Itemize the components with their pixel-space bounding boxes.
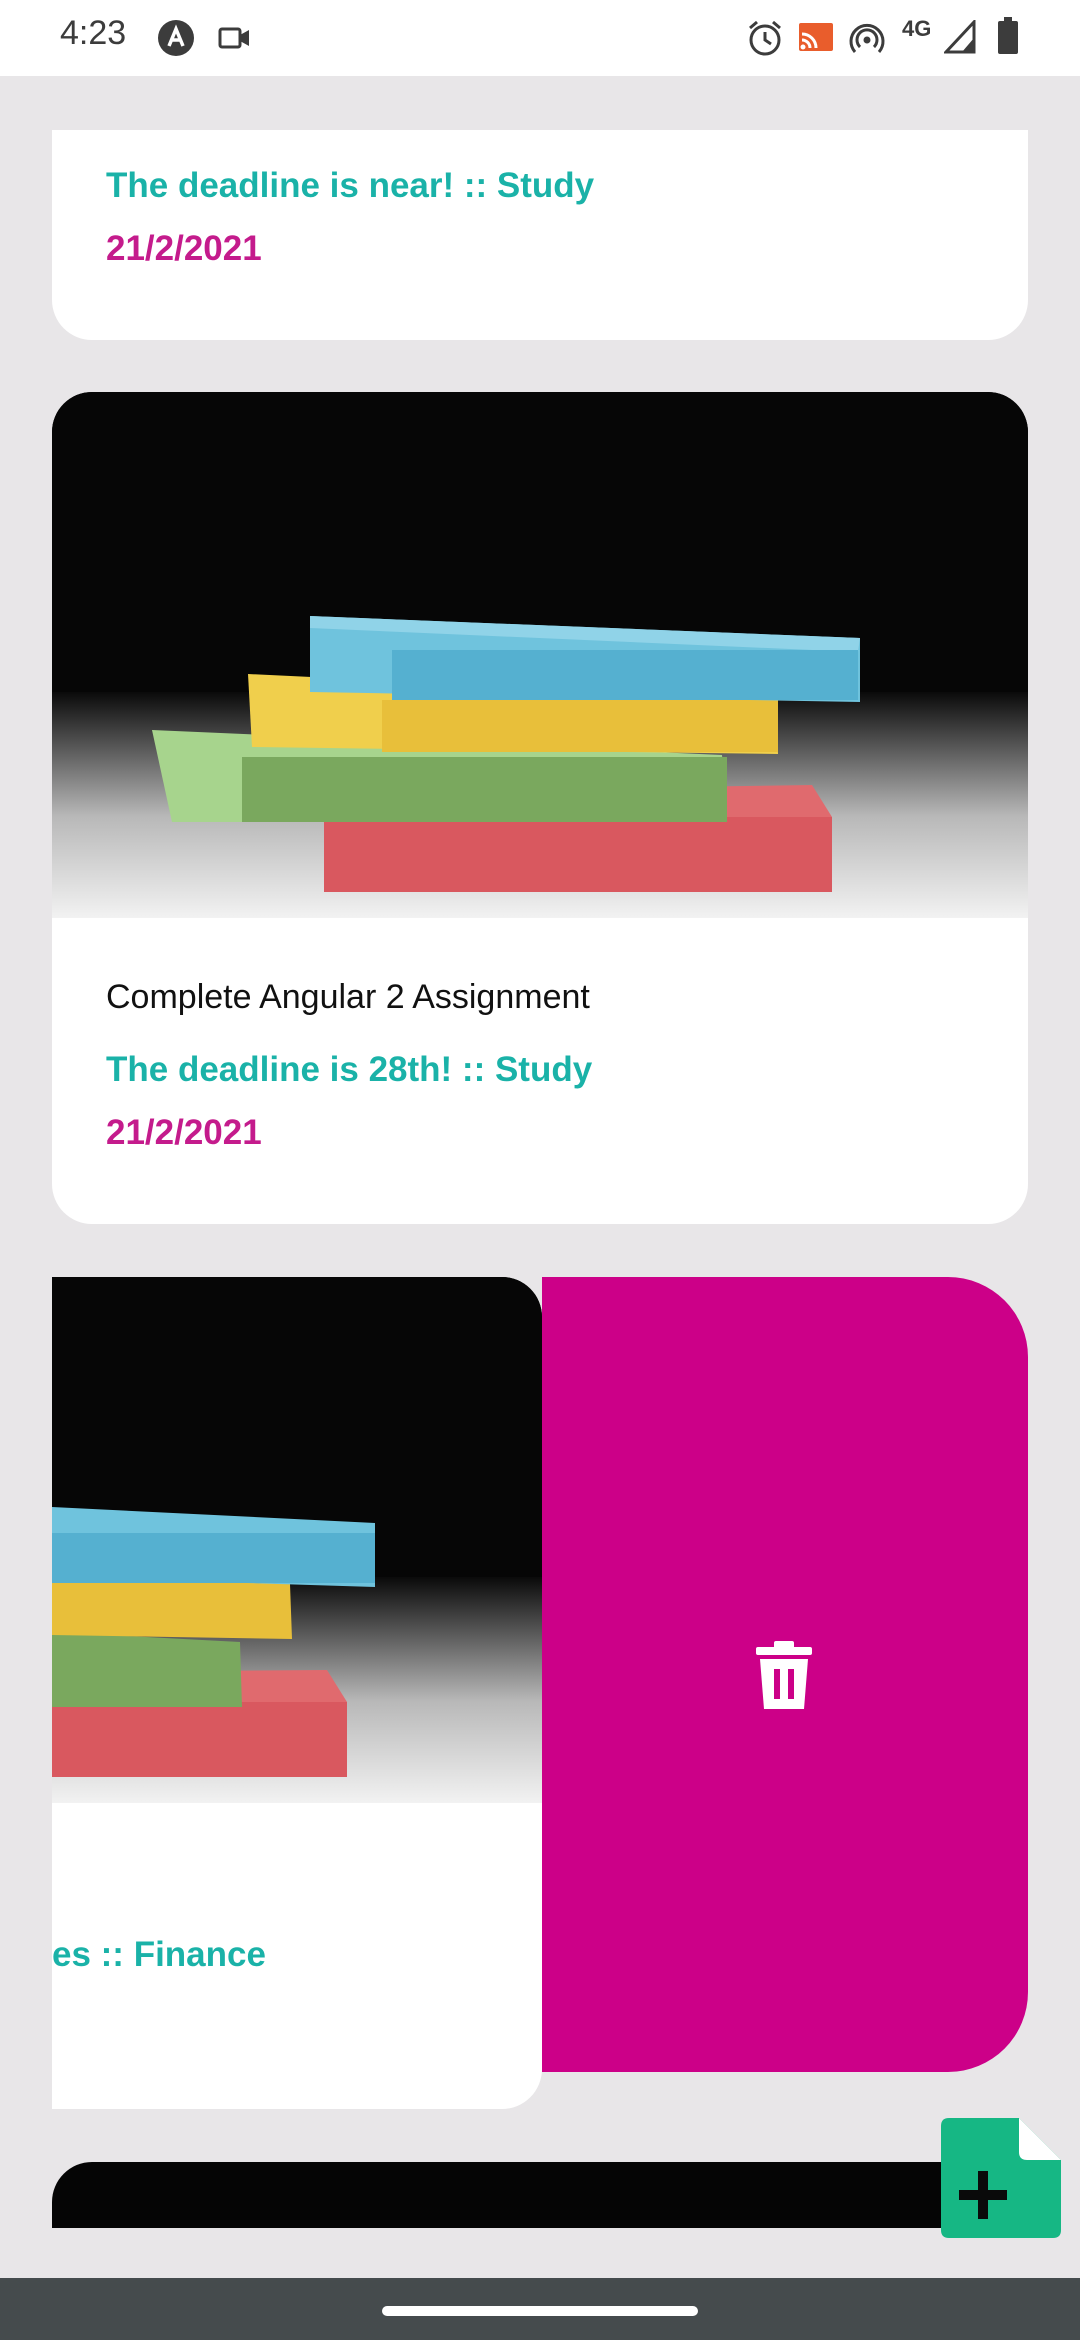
signal-icon xyxy=(944,20,976,54)
card-subtitle: es :: Finance xyxy=(52,1935,266,1974)
cast-icon xyxy=(799,23,833,51)
video-camera-icon xyxy=(218,27,249,49)
trash-icon[interactable] xyxy=(752,1639,816,1711)
card-date: 21/2/2021 xyxy=(106,1113,262,1152)
card-title: Complete Angular 2 Assignment xyxy=(106,978,590,1016)
swipe-delete-panel[interactable] xyxy=(542,1277,1028,2072)
sticky-notes-image xyxy=(52,1277,542,1803)
card-title-clipped xyxy=(106,130,646,138)
sticky-notes-image xyxy=(52,392,1028,918)
status-time: 4:23 xyxy=(60,14,127,52)
hotspot-icon xyxy=(849,23,885,53)
add-note-icon[interactable] xyxy=(941,2118,1061,2238)
card-photo xyxy=(52,1277,542,1803)
app-logo-icon xyxy=(158,20,194,56)
navigation-bar xyxy=(0,2278,1080,2340)
status-bar: 4:23 4G xyxy=(0,0,1080,76)
task-card[interactable]: The deadline is near! :: Study 21/2/2021 xyxy=(52,130,1028,340)
battery-icon xyxy=(998,17,1018,54)
task-card[interactable] xyxy=(52,2162,1028,2228)
card-date: 21/2/2021 xyxy=(106,229,262,268)
card-subtitle: The deadline is 28th! :: Study xyxy=(106,1050,593,1089)
network-type: 4G xyxy=(902,16,932,41)
alarm-icon xyxy=(749,20,781,56)
task-card-swiped[interactable]: es :: Finance xyxy=(52,1277,542,2109)
home-gesture-handle[interactable] xyxy=(382,2306,698,2316)
task-card[interactable]: Complete Angular 2 Assignment The deadli… xyxy=(52,392,1028,1224)
card-subtitle: The deadline is near! :: Study xyxy=(106,166,595,205)
card-photo xyxy=(52,392,1028,918)
